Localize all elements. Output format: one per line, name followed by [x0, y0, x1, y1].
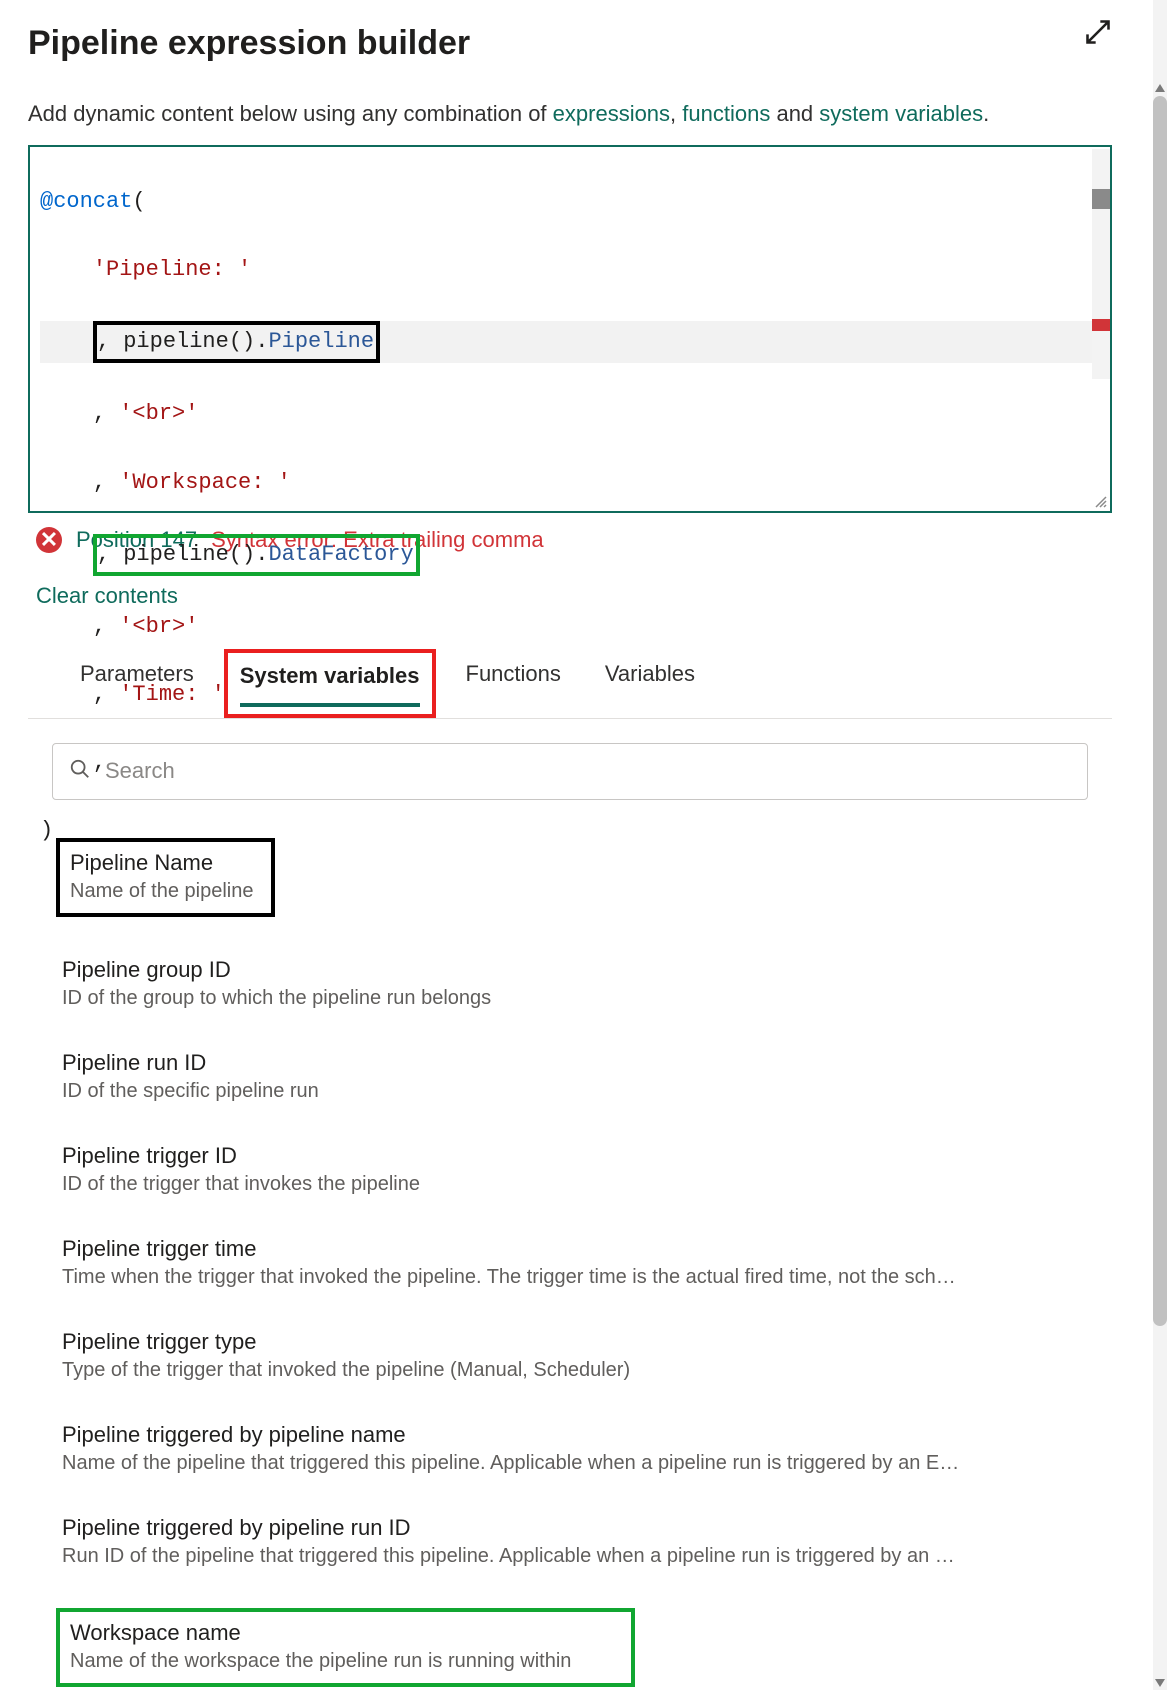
variable-title: Pipeline triggered by pipeline name — [62, 1422, 1078, 1448]
variable-desc: ID of the trigger that invokes the pipel… — [62, 1173, 1078, 1196]
list-item[interactable]: Pipeline trigger ID ID of the trigger th… — [54, 1133, 1086, 1210]
list-item[interactable]: Pipeline group ID ID of the group to whi… — [54, 947, 1086, 1024]
scroll-down-icon[interactable] — [1155, 1679, 1165, 1687]
subtitle-prefix: Add dynamic content below using any comb… — [28, 101, 553, 126]
panel-scrollbar[interactable] — [1153, 0, 1167, 1690]
page-title: Pipeline expression builder — [28, 24, 470, 63]
variable-desc: Name of the workspace the pipeline run i… — [70, 1650, 571, 1673]
variable-title: Pipeline run ID — [62, 1050, 1078, 1076]
variable-title: Pipeline trigger time — [62, 1236, 1078, 1262]
expression-editor[interactable]: @concat( 'Pipeline: ' , pipeline().Pipel… — [28, 145, 1112, 513]
expand-icon[interactable] — [1084, 18, 1112, 51]
list-item[interactable]: Pipeline trigger type Type of the trigge… — [54, 1319, 1086, 1396]
variable-desc: Name of the pipeline that triggered this… — [62, 1452, 1078, 1475]
variable-title: Pipeline group ID — [62, 957, 1078, 983]
variable-title: Pipeline trigger ID — [62, 1143, 1078, 1169]
variable-desc: ID of the group to which the pipeline ru… — [62, 987, 1078, 1010]
variable-title: Pipeline triggered by pipeline run ID — [62, 1515, 1078, 1541]
editor-scrollbar[interactable] — [1092, 149, 1110, 379]
list-item[interactable]: Pipeline run ID ID of the specific pipel… — [54, 1040, 1086, 1117]
resize-handle-icon[interactable] — [1094, 495, 1108, 509]
list-item[interactable]: Pipeline triggered by pipeline run ID Ru… — [54, 1505, 1086, 1582]
variable-desc: Run ID of the pipeline that triggered th… — [62, 1545, 1078, 1568]
scroll-thumb[interactable] — [1153, 96, 1167, 1326]
list-item[interactable]: Workspace name Name of the workspace the… — [54, 1598, 1086, 1701]
variable-desc: ID of the specific pipeline run — [62, 1080, 1078, 1103]
link-functions[interactable]: functions — [682, 101, 770, 126]
scroll-error-marker — [1092, 319, 1110, 331]
variable-desc: Type of the trigger that invoked the pip… — [62, 1359, 1078, 1382]
variable-desc: Time when the trigger that invoked the p… — [62, 1266, 1078, 1289]
list-item[interactable]: Pipeline triggered by pipeline name Name… — [54, 1412, 1086, 1489]
variable-title: Workspace name — [70, 1620, 571, 1646]
link-expressions[interactable]: expressions — [553, 101, 670, 126]
scroll-up-icon[interactable] — [1155, 84, 1165, 92]
link-system-variables[interactable]: system variables — [819, 101, 983, 126]
variable-title: Pipeline trigger type — [62, 1329, 1078, 1355]
system-variable-list: Pipeline Name Name of the pipeline Pipel… — [28, 828, 1112, 1701]
scroll-thumb[interactable] — [1092, 189, 1110, 209]
list-item[interactable]: Pipeline trigger time Time when the trig… — [54, 1226, 1086, 1303]
subtitle: Add dynamic content below using any comb… — [28, 99, 1112, 129]
